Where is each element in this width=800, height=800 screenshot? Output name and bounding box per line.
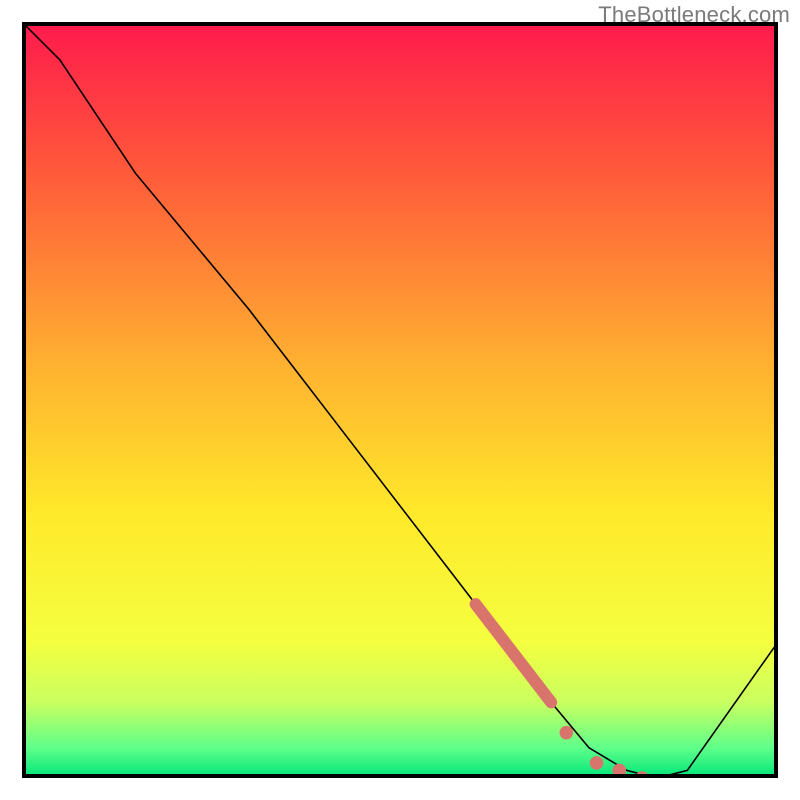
bottleneck-curve: [22, 22, 778, 778]
highlight-dot: [560, 726, 574, 740]
highlight-dot: [612, 764, 626, 778]
watermark-text: TheBottleneck.com: [598, 2, 790, 28]
highlight-segment: [476, 604, 552, 702]
curve-layer: [22, 22, 778, 778]
highlight-dots: [560, 726, 649, 778]
highlight-dot: [590, 756, 604, 770]
plot-area: [22, 22, 778, 778]
chart-container: TheBottleneck.com: [0, 0, 800, 800]
